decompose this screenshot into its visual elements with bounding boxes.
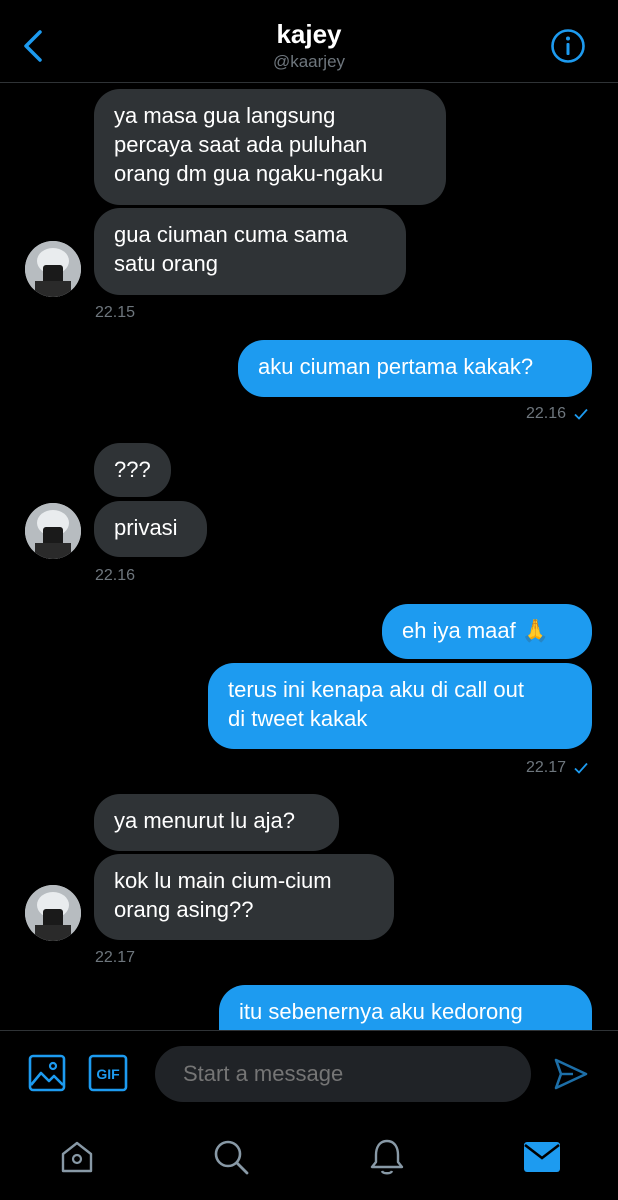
conversation-header: kajey @kaarjey [0, 0, 618, 83]
message-timestamp: 22.17 [95, 949, 136, 966]
message-bubble-outgoing[interactable]: eh iya maaf 🙏 [382, 604, 592, 659]
message-bubble-incoming[interactable]: gua ciuman cuma sama satu orang [94, 208, 406, 295]
avatar[interactable] [25, 885, 81, 941]
message-input[interactable] [155, 1046, 531, 1102]
message-status: 22.17 [526, 759, 588, 777]
message-list[interactable]: ya masa gua langsung percaya saat ada pu… [0, 83, 618, 1030]
message-bubble-outgoing[interactable]: terus ini kenapa aku di call out di twee… [208, 663, 592, 749]
conversation-handle: @kaarjey [272, 52, 346, 71]
message-bubble-outgoing[interactable]: aku ciuman pertama kakak? [238, 340, 592, 397]
avatar[interactable] [25, 241, 81, 297]
nav-notifications[interactable] [362, 1132, 412, 1182]
message-composer: GIF [0, 1030, 618, 1119]
nav-home[interactable] [52, 1132, 102, 1182]
message-bubble-incoming[interactable]: ya masa gua langsung percaya saat ada pu… [94, 89, 446, 205]
message-bubble-incoming[interactable]: ya menurut lu aja? [94, 794, 339, 851]
message-timestamp: 22.17 [525, 759, 566, 776]
message-timestamp: 22.16 [525, 405, 566, 422]
notifications-icon [370, 1139, 404, 1175]
message-bubble-outgoing[interactable]: itu sebenernya aku kedorong [219, 985, 592, 1030]
home-icon [61, 1141, 93, 1173]
conversation-title[interactable]: kajey [0, 19, 618, 50]
gif-label: GIF [96, 1066, 120, 1082]
nav-messages[interactable] [517, 1132, 567, 1182]
sent-check-icon [574, 408, 588, 420]
add-image-button[interactable] [28, 1054, 66, 1097]
message-bubble-incoming[interactable]: privasi [94, 501, 207, 557]
send-icon [554, 1058, 588, 1090]
sent-check-icon [574, 762, 588, 774]
avatar[interactable] [25, 503, 81, 559]
bottom-navigation [0, 1118, 618, 1200]
search-icon [214, 1140, 249, 1175]
messages-icon [524, 1142, 560, 1172]
message-status: 22.16 [526, 405, 588, 423]
info-button[interactable] [550, 28, 586, 64]
nav-search[interactable] [206, 1132, 256, 1182]
image-icon [28, 1054, 66, 1092]
message-bubble-incoming[interactable]: kok lu main cium-cium orang asing?? [94, 854, 394, 940]
message-timestamp: 22.16 [95, 567, 136, 584]
gif-icon: GIF [88, 1054, 128, 1092]
message-bubble-incoming[interactable]: ??? [94, 443, 171, 497]
info-icon [551, 29, 585, 63]
add-gif-button[interactable]: GIF [88, 1054, 128, 1097]
send-button[interactable] [553, 1056, 589, 1097]
message-timestamp: 22.15 [95, 304, 136, 321]
